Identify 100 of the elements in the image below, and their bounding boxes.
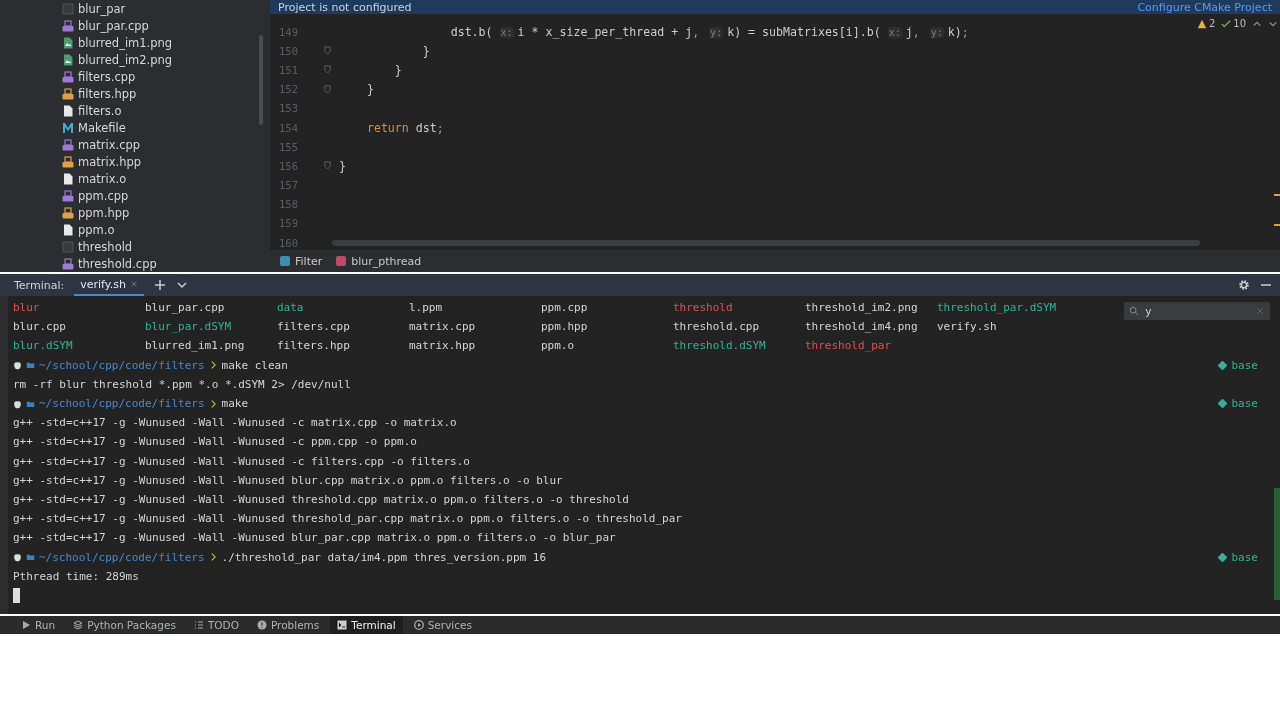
prompt-path: ~/school/cpp/code/filters xyxy=(39,550,205,564)
file-name: verify.sh xyxy=(937,320,998,334)
warning-marker[interactable] xyxy=(1274,224,1280,226)
chevron-down-icon[interactable] xyxy=(175,279,188,291)
search-icon xyxy=(1129,306,1139,316)
typo-count[interactable]: 10 xyxy=(1221,18,1246,29)
apple-icon xyxy=(13,552,22,563)
terminal-icon xyxy=(337,620,348,630)
image-file-icon xyxy=(62,36,74,49)
file-tree-item[interactable]: Makefile xyxy=(62,119,126,136)
cpp-file-icon xyxy=(62,257,74,270)
file-tree-item[interactable]: filters.o xyxy=(62,102,122,119)
line-number: 150 xyxy=(278,44,298,57)
output-line: rm -rf blur threshold *.ppm *.o *.dSYM 2> /dev/null xyxy=(13,377,351,391)
file-tree-item[interactable]: threshold xyxy=(62,238,133,255)
output-line: g++ -std=c++17 -g -Wunused -Wall -Wunused blur_par.cpp matrix.o ppm.o filters.o -o blur_par xyxy=(13,531,616,545)
file-name: matrix.hpp xyxy=(409,339,477,353)
file-icon xyxy=(62,104,74,117)
settings-icon[interactable] xyxy=(1238,279,1250,291)
output-line: g++ -std=c++17 -g -Wunused -Wall -Wunused -c ppm.cpp -o ppm.o xyxy=(13,435,417,449)
code-line: } xyxy=(339,158,346,173)
line-number: 153 xyxy=(278,102,298,115)
services-icon xyxy=(413,620,424,630)
command: make xyxy=(221,397,249,411)
fold-marker-icon[interactable] xyxy=(322,46,332,56)
line-number: 158 xyxy=(278,198,298,211)
line-number: 157 xyxy=(278,179,298,192)
file-tree-item[interactable]: matrix.cpp xyxy=(62,136,141,153)
file-name: blur_par.cpp xyxy=(145,301,226,315)
tool-window-button[interactable]: Services xyxy=(406,616,479,634)
fold-marker-icon[interactable] xyxy=(322,161,332,171)
scrollbar[interactable] xyxy=(259,35,263,125)
warning-icon xyxy=(1196,18,1207,29)
command: ./threshold_par data/im4.ppm thres_version.ppm 16 xyxy=(221,550,547,564)
line-number: 155 xyxy=(278,140,298,153)
file-name: threshold_im2.png xyxy=(805,301,919,315)
file-tree-item[interactable]: filters.hpp xyxy=(62,85,137,102)
file-name: threshold.dSYM xyxy=(673,339,767,353)
file-tree-item[interactable]: ppm.hpp xyxy=(62,204,130,221)
text-cursor xyxy=(13,587,20,603)
file-name: ppm.hpp xyxy=(541,320,589,334)
fold-marker-icon[interactable] xyxy=(322,65,332,75)
file-tree-item[interactable]: threshold.cpp xyxy=(62,255,157,272)
executable-file-icon xyxy=(62,2,74,15)
file-tree-item[interactable]: blurred_im2.png xyxy=(62,51,173,68)
code-line: } xyxy=(421,43,430,58)
file-name: threshold_im4.png xyxy=(805,320,919,334)
file-name: threshold xyxy=(673,301,734,315)
file-tree-item[interactable]: filters.cpp xyxy=(62,68,136,85)
image-file-icon xyxy=(62,53,74,66)
cpp-file-icon xyxy=(62,189,74,202)
add-icon[interactable] xyxy=(153,279,166,291)
search-field[interactable]: y xyxy=(1124,302,1270,320)
file-tree-item[interactable]: matrix.hpp xyxy=(62,153,142,170)
output-line: g++ -std=c++17 -g -Wunused -Wall -Wunused threshold_par.cpp matrix.o ppm.o filters.o -o threshold_par xyxy=(13,512,682,526)
breadcrumb[interactable]: blur_pthread xyxy=(336,254,422,268)
clear-icon[interactable] xyxy=(1255,306,1265,316)
fold-marker-icon[interactable] xyxy=(322,84,332,94)
file-name: blurred_im1.png xyxy=(145,339,246,353)
file-tree-item[interactable]: ppm.o xyxy=(62,221,115,238)
warning-marker[interactable] xyxy=(1274,194,1280,196)
cpp-file-icon xyxy=(62,19,74,32)
file-tree-item[interactable]: blur_par xyxy=(62,0,126,17)
play-icon xyxy=(21,620,31,630)
output-line: g++ -std=c++17 -g -Wunused -Wall -Wunused threshold.cpp matrix.o ppm.o filters.o -o threshold xyxy=(13,492,629,506)
close-icon[interactable] xyxy=(129,280,138,288)
layers-icon xyxy=(73,620,84,630)
file-name: blur.cpp xyxy=(13,320,67,334)
line-number: 156 xyxy=(278,159,298,172)
scrollbar[interactable] xyxy=(332,240,1200,246)
line-number: 154 xyxy=(278,121,298,134)
output-line: g++ -std=c++17 -g -Wunused -Wall -Wunused -c filters.cpp -o filters.o xyxy=(13,454,470,468)
code-line: } xyxy=(393,62,402,77)
tool-window-button[interactable]: Run xyxy=(14,616,63,634)
breadcrumb[interactable]: Filter xyxy=(280,254,323,268)
line-number: 159 xyxy=(278,217,298,230)
folder-icon xyxy=(26,360,35,371)
header-file-icon xyxy=(62,87,74,100)
cpp-file-icon xyxy=(62,138,74,151)
file-name: threshold_par.dSYM xyxy=(937,301,1058,315)
scrollbar[interactable] xyxy=(1274,488,1280,600)
file-tree-item[interactable]: blur_par.cpp xyxy=(62,17,149,34)
check-icon xyxy=(1221,18,1232,29)
environment-label: base xyxy=(1218,358,1258,372)
alert-icon xyxy=(256,620,267,630)
file-tree-item[interactable]: ppm.cpp xyxy=(62,187,129,204)
tool-window-button[interactable]: Python Packages xyxy=(66,616,183,634)
tool-window-button[interactable]: Terminal xyxy=(330,616,403,634)
prompt-path: ~/school/cpp/code/filters xyxy=(39,397,205,411)
warning-count[interactable]: 2 xyxy=(1196,18,1216,29)
code-line: return dst; xyxy=(365,120,444,135)
environment-label: base xyxy=(1218,550,1258,564)
tool-window-button[interactable]: Problems xyxy=(249,616,327,634)
file-name: threshold_par xyxy=(805,339,893,353)
file-name: blur_par.dSYM xyxy=(145,320,233,334)
file-tree-item[interactable]: matrix.o xyxy=(62,170,127,187)
tool-window-button[interactable]: TODO xyxy=(186,616,246,634)
header-file-icon xyxy=(62,206,74,219)
configure-link[interactable]: Configure CMake Project xyxy=(1137,0,1272,14)
file-tree-item[interactable]: blurred_im1.png xyxy=(62,34,173,51)
